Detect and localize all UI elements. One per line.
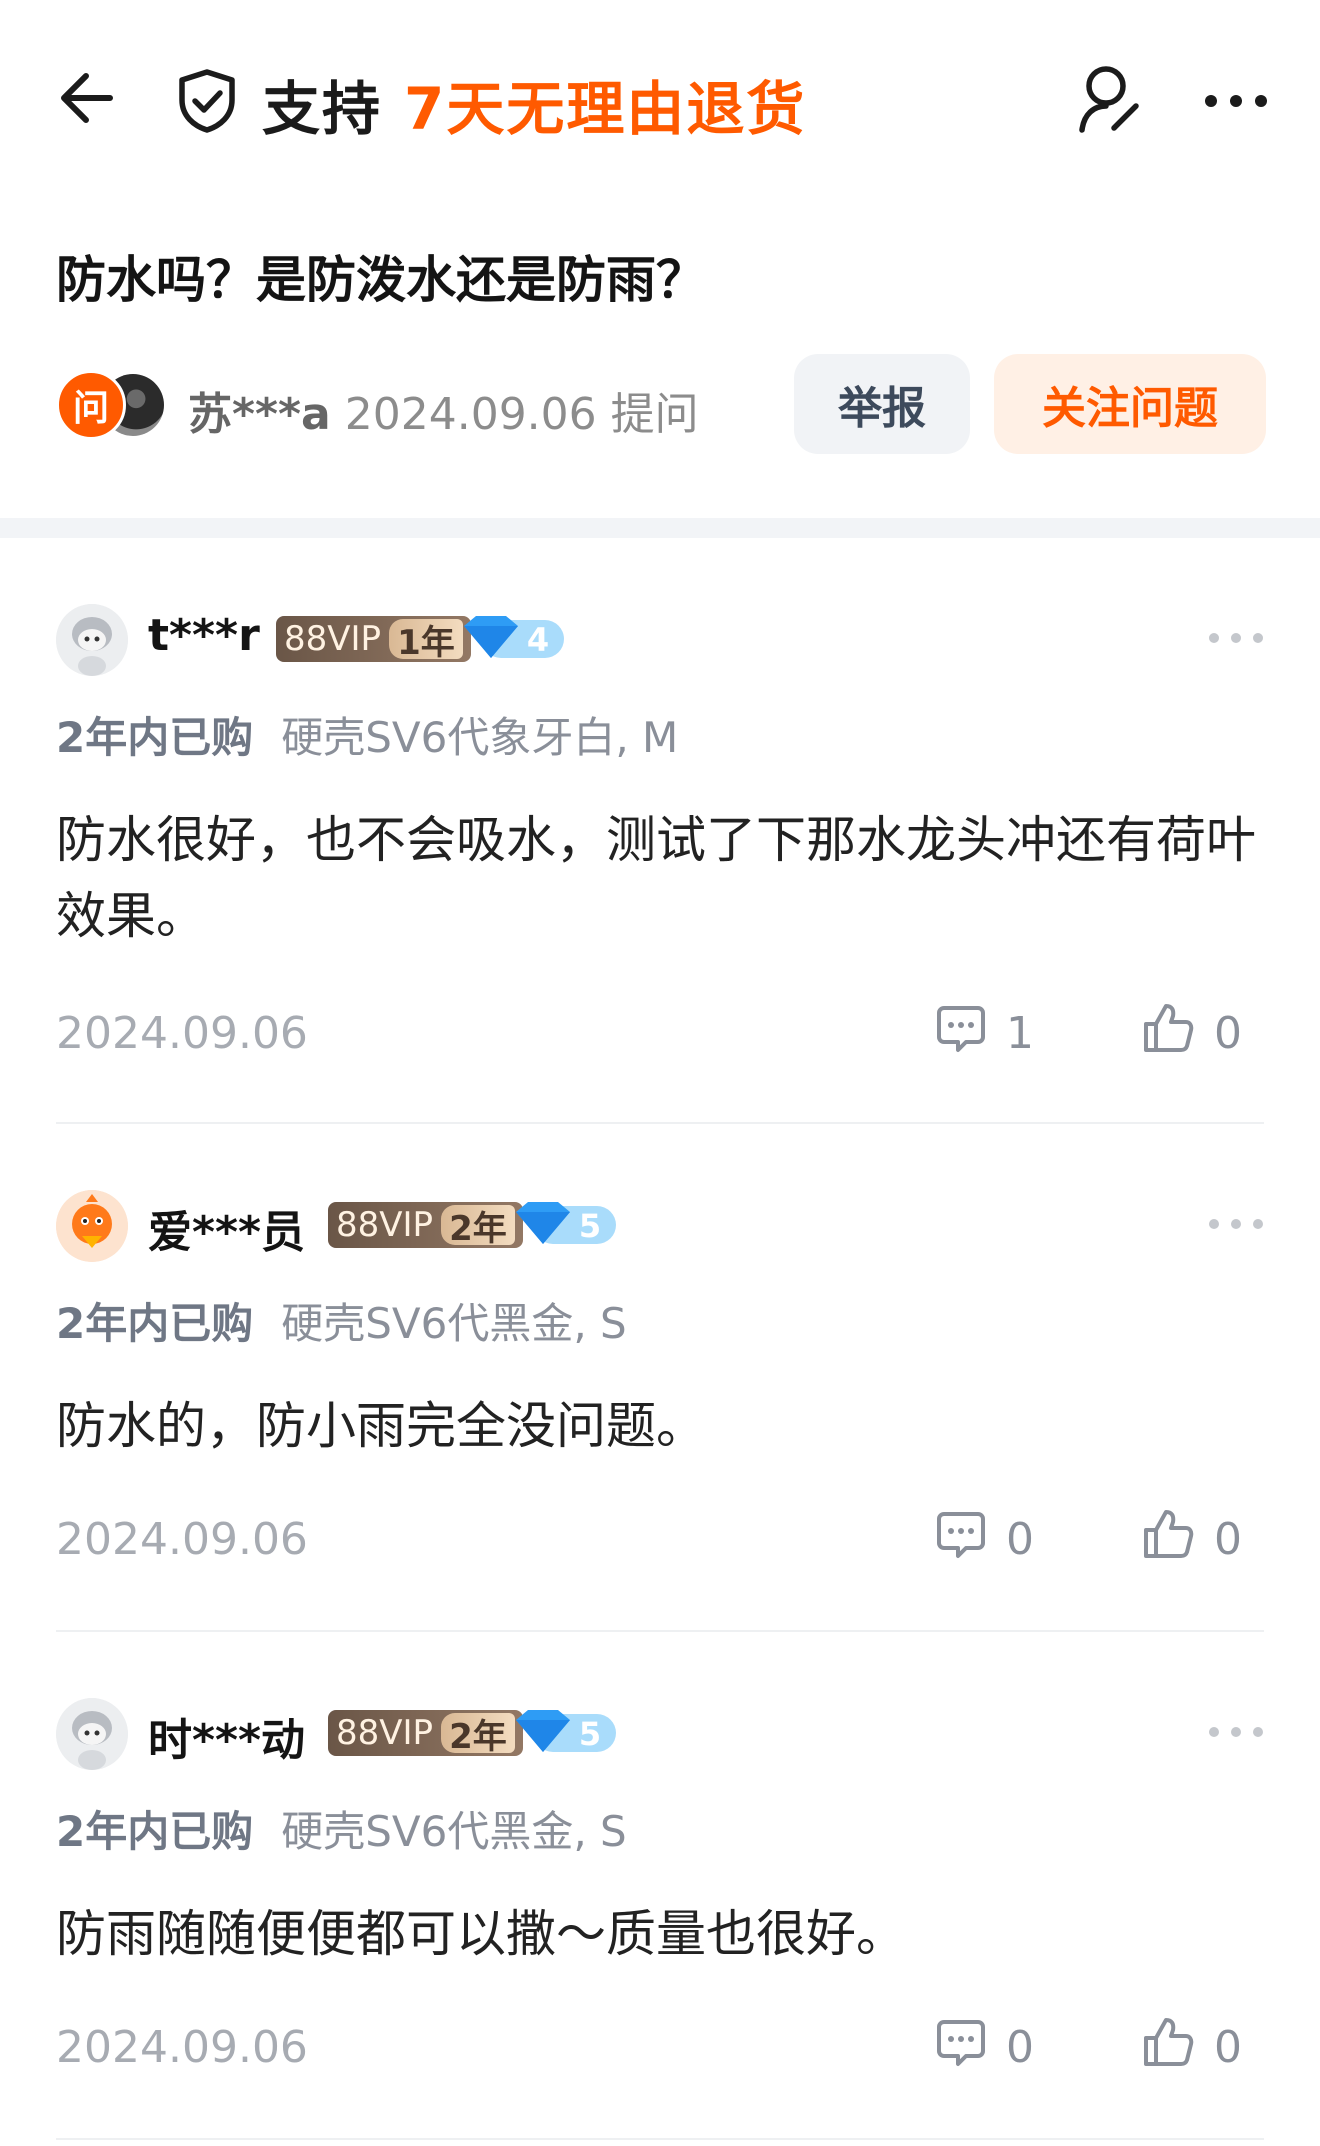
question-title: 防水吗？是防泼水还是防雨？: [56, 251, 706, 309]
sku-info: 硬壳SV6代象牙白, M: [281, 713, 679, 762]
comment-count: 0: [1006, 1514, 1034, 1565]
purchase-info: 2年内已购 硬壳SV6代象牙白, M: [56, 704, 678, 765]
asker-avatars: 问: [56, 370, 166, 440]
answer-footer: 2024.09.06 1 0: [56, 1004, 1264, 1064]
vip-badge: 88VIP 1年: [276, 616, 471, 663]
return-policy-text: 7天无理由退货: [404, 75, 807, 143]
purchase-time: 2年内已购: [56, 713, 254, 762]
vip-label: 88VIP: [336, 1713, 434, 1753]
diamond-level-icon: 4: [464, 616, 564, 659]
gem-level: 5: [579, 1207, 601, 1245]
comment-count: 1: [1006, 1008, 1034, 1059]
asker-info: 苏***a 2024.09.06 提问: [188, 378, 699, 442]
sku-info: 硬壳SV6代黑金, S: [281, 1807, 627, 1856]
return-policy-banner: 支持 7天无理由退货: [262, 62, 806, 146]
thumbs-up-icon[interactable]: [1142, 1002, 1194, 1054]
answer-date: 2024.09.06: [56, 1008, 308, 1059]
vip-years: 2年: [441, 1713, 515, 1757]
user-name: 爱***员: [148, 1207, 306, 1258]
answer-text: 防水的，防小雨完全没问题。: [56, 1397, 706, 1455]
asked-date: 2024.09.06 提问: [344, 389, 699, 440]
answer-header: 爱***员 88VIP 2年 5: [56, 1190, 1264, 1262]
vip-years: 1年: [389, 619, 463, 663]
report-button[interactable]: 举报: [794, 354, 970, 454]
user-name: 时***动: [148, 1715, 306, 1766]
purchase-info: 2年内已购 硬壳SV6代黑金, S: [56, 1290, 627, 1351]
answer-date: 2024.09.06: [56, 1514, 308, 1565]
top-bar: 支持 7天无理由退货: [0, 0, 1320, 200]
comment-icon[interactable]: [936, 1004, 986, 1054]
answer-footer: 2024.09.06 0 0: [56, 2018, 1264, 2078]
avatar[interactable]: [56, 1190, 128, 1262]
support-label: 支持: [262, 75, 383, 143]
thumbs-up-icon[interactable]: [1142, 2016, 1194, 2068]
user-edit-icon[interactable]: [1076, 62, 1144, 136]
vip-label: 88VIP: [284, 619, 382, 659]
answer-header: t***r 88VIP 1年 4: [56, 604, 1264, 676]
avatar-mascot-icon: [56, 604, 128, 676]
asker-row: 问 苏***a 2024.09.06 提问 举报 关注问题: [56, 354, 1266, 454]
answer-more-icon[interactable]: [1208, 1726, 1264, 1738]
answer-footer: 2024.09.06 0 0: [56, 1510, 1264, 1570]
question-badge: 问: [56, 370, 126, 440]
answer-header: 时***动 88VIP 2年 5: [56, 1698, 1264, 1770]
like-count: 0: [1214, 2022, 1242, 2073]
answer-divider: [56, 1630, 1264, 1632]
avatar[interactable]: [56, 604, 128, 676]
answer-more-icon[interactable]: [1208, 1218, 1264, 1230]
gem-level: 4: [527, 621, 549, 659]
purchase-info: 2年内已购 硬壳SV6代黑金, S: [56, 1798, 627, 1859]
answer-divider: [56, 2138, 1264, 2140]
comment-count: 0: [1006, 2022, 1034, 2073]
purchase-time: 2年内已购: [56, 1807, 254, 1856]
more-options-icon[interactable]: [1204, 94, 1268, 108]
avatar-mascot-icon: [56, 1190, 128, 1262]
vip-badge: 88VIP 2年: [328, 1202, 523, 1249]
comment-icon[interactable]: [936, 1510, 986, 1560]
avatar-mascot-icon: [56, 1698, 128, 1770]
comment-icon[interactable]: [936, 2018, 986, 2068]
vip-label: 88VIP: [336, 1205, 434, 1245]
sku-info: 硬壳SV6代黑金, S: [281, 1299, 627, 1348]
user-name: t***r: [148, 610, 260, 661]
answer-date: 2024.09.06: [56, 2022, 308, 2073]
avatar[interactable]: [56, 1698, 128, 1770]
diamond-level-icon: 5: [516, 1202, 616, 1245]
gem-level: 5: [579, 1715, 601, 1753]
answer-more-icon[interactable]: [1208, 632, 1264, 644]
vip-years: 2年: [441, 1205, 515, 1249]
follow-question-button[interactable]: 关注问题: [994, 354, 1266, 454]
thumbs-up-icon[interactable]: [1142, 1508, 1194, 1560]
shield-check-icon: [179, 69, 235, 133]
diamond-level-icon: 5: [516, 1710, 616, 1753]
vip-badge: 88VIP 2年: [328, 1710, 523, 1757]
section-separator: [0, 518, 1320, 538]
answer-divider: [56, 1122, 1264, 1124]
purchase-time: 2年内已购: [56, 1299, 254, 1348]
asker-name: 苏***a: [188, 389, 331, 440]
answer-text: 防水很好，也不会吸水，测试了下那水龙头冲还有荷叶效果。: [56, 811, 1256, 945]
like-count: 0: [1214, 1514, 1242, 1565]
like-count: 0: [1214, 1008, 1242, 1059]
answer-text: 防雨随随便便都可以撒～质量也很好。: [56, 1905, 906, 1963]
back-arrow-icon[interactable]: [52, 66, 116, 130]
